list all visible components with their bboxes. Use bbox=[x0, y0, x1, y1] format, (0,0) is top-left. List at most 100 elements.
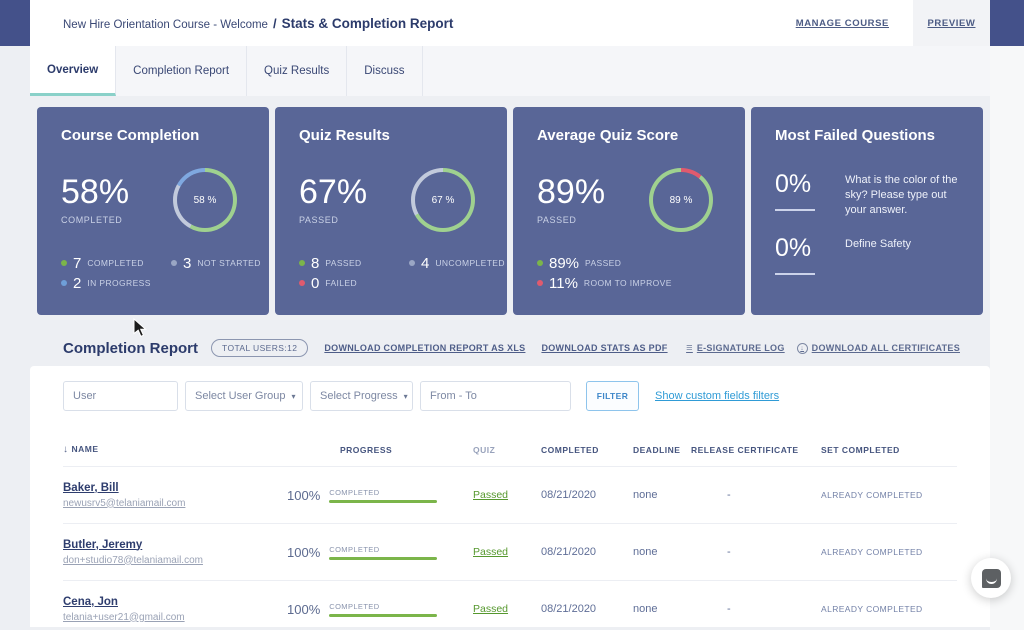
set-completed-value[interactable]: ALREADY COMPLETED bbox=[821, 547, 957, 557]
user-group-select[interactable]: Select User Group▾ bbox=[185, 381, 303, 411]
completion-report-panel: Select User Group▾ Select Progress▾ FILT… bbox=[30, 366, 990, 627]
user-filter-field bbox=[63, 381, 178, 411]
card-title: Average Quiz Score bbox=[537, 127, 721, 144]
download-all-certificates-link[interactable]: ↓ DOWNLOAD ALL CERTIFICATES bbox=[797, 343, 960, 354]
user-name-link[interactable]: Baker, Bill bbox=[63, 482, 287, 494]
column-header-progress: PROGRESS bbox=[287, 445, 473, 455]
download-circle-icon: ↓ bbox=[797, 343, 808, 354]
completed-date: 08/21/2020 bbox=[541, 546, 633, 558]
user-email-link[interactable]: newusrv5@telaniamail.com bbox=[63, 498, 287, 509]
course-completion-sublabel: COMPLETED bbox=[61, 215, 129, 225]
progress-label: COMPLETED bbox=[329, 488, 437, 497]
user-email-link[interactable]: don+studio78@telaniamail.com bbox=[63, 555, 287, 566]
release-certificate-value: - bbox=[691, 489, 821, 501]
table-header-row: ↓NAME PROGRESS QUIZ COMPLETED DEADLINE R… bbox=[63, 433, 957, 467]
set-completed-value[interactable]: ALREADY COMPLETED bbox=[821, 604, 957, 614]
table-row: Butler, Jeremy don+studio78@telaniamail.… bbox=[63, 524, 957, 581]
tab-discuss[interactable]: Discuss bbox=[347, 46, 422, 96]
legend-label: COMPLETED bbox=[87, 258, 144, 268]
download-xls-link[interactable]: DOWNLOAD COMPLETION REPORT AS XLS bbox=[324, 343, 525, 353]
user-filter-input[interactable] bbox=[73, 390, 168, 402]
progress-select[interactable]: Select Progress▾ bbox=[310, 381, 413, 411]
column-header-deadline: DEADLINE bbox=[633, 445, 691, 455]
left-navy-corner bbox=[0, 0, 30, 46]
average-score-donut: 89 % bbox=[649, 168, 713, 232]
tab-quiz-results[interactable]: Quiz Results bbox=[247, 46, 347, 96]
card-average-quiz-score: Average Quiz Score 89% PASSED 89 % 89%PA… bbox=[513, 107, 745, 315]
preview-panel: PREVIEW bbox=[913, 0, 990, 46]
report-title: Completion Report bbox=[63, 340, 198, 357]
filter-bar: Select User Group▾ Select Progress▾ FILT… bbox=[63, 381, 957, 411]
esignature-log-link[interactable]: ≡ E-SIGNATURE LOG bbox=[686, 342, 785, 354]
report-header-row: Completion Report TOTAL USERS:12 DOWNLOA… bbox=[63, 339, 960, 357]
legend-dot-room-to-improve bbox=[537, 280, 543, 286]
failed-question-percent: 0% bbox=[775, 234, 837, 275]
legend-dot-not-started bbox=[171, 260, 177, 266]
quiz-passed-link[interactable]: Passed bbox=[473, 489, 541, 501]
user-email-link[interactable]: telania+user21@gmail.com bbox=[63, 612, 287, 623]
completed-date: 08/21/2020 bbox=[541, 489, 633, 501]
card-quiz-results: Quiz Results 67% PASSED 67 % 8PASSED 0FA… bbox=[275, 107, 507, 315]
download-pdf-link[interactable]: DOWNLOAD STATS AS PDF bbox=[541, 343, 667, 353]
column-header-name[interactable]: ↓NAME bbox=[63, 444, 287, 455]
chevron-down-icon: ▾ bbox=[291, 392, 295, 401]
tab-overview[interactable]: Overview bbox=[30, 46, 116, 96]
tab-completion-report[interactable]: Completion Report bbox=[116, 46, 247, 96]
right-edge-strip bbox=[990, 46, 1024, 630]
legend-label: FAILED bbox=[325, 278, 357, 288]
esignature-log-label: E-SIGNATURE LOG bbox=[697, 343, 785, 353]
table-row: Baker, Bill newusrv5@telaniamail.com 100… bbox=[63, 467, 957, 524]
deadline-value: none bbox=[633, 489, 691, 501]
table-row: Cena, Jon telania+user21@gmail.com 100% … bbox=[63, 581, 957, 630]
sort-down-icon: ↓ bbox=[63, 444, 69, 455]
manage-course-link[interactable]: MANAGE COURSE bbox=[796, 18, 889, 29]
average-score-sublabel: PASSED bbox=[537, 215, 605, 225]
legend-dot-uncompleted bbox=[409, 260, 415, 266]
legend: 89%PASSED 11%ROOM TO IMPROVE bbox=[537, 254, 721, 292]
download-certificates-label: DOWNLOAD ALL CERTIFICATES bbox=[812, 343, 960, 353]
legend-dot-in-progress bbox=[61, 280, 67, 286]
legend-value: 0 bbox=[311, 275, 319, 292]
set-completed-value[interactable]: ALREADY COMPLETED bbox=[821, 490, 957, 500]
column-header-set-completed: SET COMPLETED bbox=[821, 445, 957, 455]
quiz-passed-link[interactable]: Passed bbox=[473, 546, 541, 558]
legend-dot-passed bbox=[299, 260, 305, 266]
legend-label: UNCOMPLETED bbox=[435, 258, 505, 268]
failed-question-text: What is the color of the sky? Please typ… bbox=[845, 170, 959, 218]
user-name-link[interactable]: Butler, Jeremy bbox=[63, 539, 287, 551]
quiz-passed-link[interactable]: Passed bbox=[473, 603, 541, 615]
legend-label: PASSED bbox=[325, 258, 361, 268]
breadcrumb: New Hire Orientation Course - Welcome / … bbox=[63, 16, 453, 31]
chevron-down-icon: ▾ bbox=[404, 392, 408, 401]
legend-value: 11% bbox=[549, 275, 578, 292]
card-title: Course Completion bbox=[61, 127, 245, 144]
user-name-link[interactable]: Cena, Jon bbox=[63, 596, 287, 608]
release-certificate-value: - bbox=[691, 546, 821, 558]
right-navy-corner bbox=[990, 0, 1024, 46]
date-range-field bbox=[420, 381, 571, 411]
donut-center-label: 89 % bbox=[653, 172, 709, 228]
card-most-failed-questions: Most Failed Questions 0% What is the col… bbox=[751, 107, 983, 315]
completion-report-table: ↓NAME PROGRESS QUIZ COMPLETED DEADLINE R… bbox=[63, 433, 957, 630]
legend-value: 4 bbox=[421, 255, 429, 272]
course-completion-percent: 58% bbox=[61, 175, 129, 209]
card-title: Quiz Results bbox=[299, 127, 483, 144]
average-score-percent: 89% bbox=[537, 175, 605, 209]
progress-bar bbox=[329, 557, 437, 560]
header-band: New Hire Orientation Course - Welcome / … bbox=[30, 0, 913, 46]
legend-dot-passed bbox=[537, 260, 543, 266]
progress-bar bbox=[329, 614, 437, 617]
legend-label: PASSED bbox=[585, 258, 621, 268]
list-icon: ≡ bbox=[686, 342, 693, 354]
show-custom-fields-filters-link[interactable]: Show custom fields filters bbox=[655, 390, 779, 402]
chat-launcher-button[interactable] bbox=[971, 558, 1011, 598]
filter-button[interactable]: FILTER bbox=[586, 381, 639, 411]
top-bar: New Hire Orientation Course - Welcome / … bbox=[0, 0, 1024, 46]
total-users-badge: TOTAL USERS:12 bbox=[211, 339, 308, 357]
deadline-value: none bbox=[633, 603, 691, 615]
donut-center-label: 67 % bbox=[415, 172, 471, 228]
date-range-input[interactable] bbox=[430, 390, 561, 402]
column-header-quiz: QUIZ bbox=[473, 445, 541, 455]
breadcrumb-course-name[interactable]: New Hire Orientation Course - Welcome bbox=[63, 19, 268, 31]
preview-link[interactable]: PREVIEW bbox=[927, 18, 975, 29]
